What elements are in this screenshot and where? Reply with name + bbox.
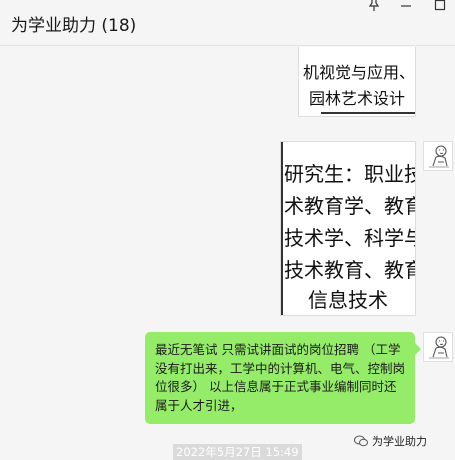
watermark: 为学业助力 (354, 433, 427, 449)
title-bar: 为学业助力 (18) (0, 0, 455, 46)
image-text-line: 研究生：职业技 (284, 162, 416, 186)
image-text-line: 技术教育、教育 (284, 258, 416, 282)
message-timestamp: 2022年5月27日 15:49 (173, 444, 302, 460)
image-text-line: 园林艺术设计 (308, 89, 405, 108)
text-message[interactable]: 最近无笔试 只需试讲面试的岗位招聘 （工学没有打出来，工学中的计算机、电气、控制… (145, 332, 421, 424)
minimize-icon[interactable] (398, 0, 414, 14)
chat-title: 为学业助力 (18) (11, 16, 137, 36)
avatar[interactable] (423, 332, 453, 362)
avatar[interactable] (423, 141, 453, 171)
image-message[interactable]: 研究生：职业技 术教育学、教育 技术学、科学与 技术教育、教育 信息技术 (280, 141, 416, 316)
pin-icon[interactable] (366, 0, 382, 14)
image-text-line: 机视觉与应用、 (303, 63, 416, 82)
wechat-logo-icon (354, 435, 368, 447)
image-text-line: 信息技术 (308, 288, 388, 312)
image-message[interactable]: 机视觉与应用、 园林艺术设计 (298, 47, 416, 117)
image-text-line: 技术学、科学与 (284, 226, 416, 250)
chat-message-area[interactable]: 机视觉与应用、 园林艺术设计 研究生：职业技 术教育学、教育 技术学、科学与 技… (0, 47, 455, 460)
watermark-text: 为学业助力 (372, 435, 427, 448)
image-text-line: 术教育学、教育 (284, 194, 416, 218)
divider (321, 112, 415, 114)
maximize-icon[interactable] (432, 0, 448, 14)
